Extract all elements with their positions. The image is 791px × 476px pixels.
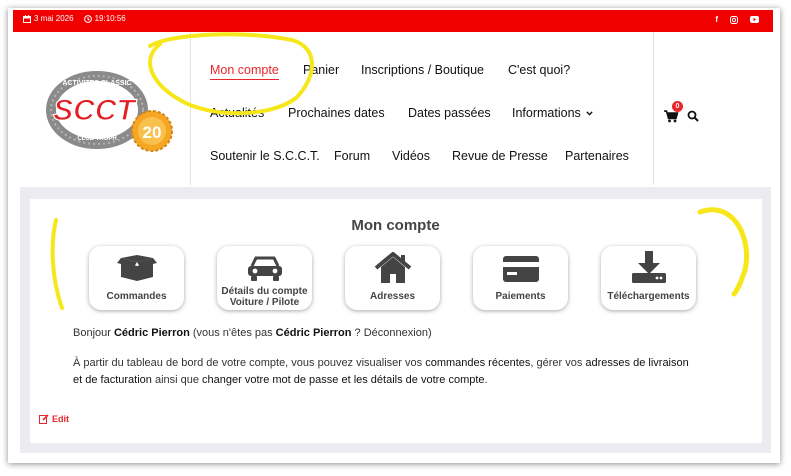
calendar-date: 3 mai 2026 xyxy=(23,14,74,23)
account-details-link[interactable]: changer votre mot de passe et les détail… xyxy=(202,374,485,386)
credit-card-icon xyxy=(502,256,539,282)
tile-details-label: Détails du compte xyxy=(221,286,308,297)
dashboard-text-end: . xyxy=(484,374,488,386)
tile-adresses-label: Adresses xyxy=(369,291,416,302)
nav-revue-de-presse[interactable]: Revue de Presse xyxy=(452,149,548,163)
nav-videos[interactable]: Vidéos xyxy=(392,149,430,163)
box-icon xyxy=(116,255,157,281)
download-icon xyxy=(631,251,666,283)
dashboard-text-1: À partir du tableau de bord de votre com… xyxy=(73,357,426,369)
header-divider-right xyxy=(653,32,654,185)
tile-details-label2: Voiture / Pilote xyxy=(229,297,300,308)
dashboard-text-2: , gérer vos xyxy=(530,357,586,369)
addresses-link[interactable]: adresses de livraison xyxy=(585,357,688,369)
recent-orders-link[interactable]: commandes récentes xyxy=(425,357,530,369)
billing-link[interactable]: et de facturation xyxy=(73,374,152,386)
tile-paiements[interactable]: Paiements xyxy=(473,246,568,310)
dashboard-text-3: ainsi que xyxy=(151,374,203,386)
logo-ring-bottom: CLUB TROPH xyxy=(77,136,116,142)
nav-prochaines-dates[interactable]: Prochaines dates xyxy=(288,106,385,120)
greeting-username-2: Cédric Pierron xyxy=(275,327,352,339)
edit-link[interactable]: Edit xyxy=(39,414,69,424)
tile-telechargements-label: Téléchargements xyxy=(607,291,690,302)
home-icon xyxy=(374,252,411,283)
logo-anniversary: 20 xyxy=(143,123,162,142)
greeting-end: ) xyxy=(427,327,432,339)
chevron-down-icon xyxy=(586,111,593,116)
facebook-icon[interactable]: f xyxy=(715,15,718,24)
logo-ring-top: ACTIVITES CLASSIC xyxy=(62,80,131,87)
youtube-icon[interactable] xyxy=(750,16,759,23)
page-title: Mon compte xyxy=(351,217,440,234)
greeting-hello: Bonjour xyxy=(73,327,114,339)
nav-panier[interactable]: Panier xyxy=(303,63,339,77)
nav-mon-compte[interactable]: Mon compte xyxy=(210,63,279,80)
logo-letters: SCCT xyxy=(53,94,137,127)
nav-inscriptions-boutique[interactable]: Inscriptions / Boutique xyxy=(361,63,484,77)
nav-dates-passees[interactable]: Dates passées xyxy=(408,106,491,120)
search-icon[interactable] xyxy=(687,110,699,122)
nav-informations[interactable]: Informations xyxy=(512,106,593,120)
logout-link[interactable]: Déconnexion xyxy=(364,327,428,339)
nav-soutenir[interactable]: Soutenir le S.C.C.T. xyxy=(210,149,320,163)
edit-icon xyxy=(39,414,49,424)
greeting-mid: (vous n'êtes pas xyxy=(189,327,276,339)
tile-paiements-label: Paiements xyxy=(495,291,546,302)
greeting-username: Cédric Pierron xyxy=(113,327,190,339)
instagram-icon[interactable] xyxy=(730,15,738,24)
header-divider-left xyxy=(190,32,191,185)
cart-count-badge: 0 xyxy=(672,101,683,112)
tile-telechargements[interactable]: Téléchargements xyxy=(601,246,696,310)
greeting-text: Bonjour Cédric Pierron (vous n'êtes pas … xyxy=(73,325,432,342)
tile-commandes[interactable]: Commandes xyxy=(89,246,184,310)
top-bar: 3 mai 2026 19:10:56 f xyxy=(13,10,773,32)
edit-label: Edit xyxy=(52,414,69,424)
nav-forum[interactable]: Forum xyxy=(334,149,370,163)
nav-cest-quoi[interactable]: C'est quoi? xyxy=(508,63,570,77)
nav-partenaires[interactable]: Partenaires xyxy=(565,149,629,163)
dashboard-text-line1: À partir du tableau de bord de votre com… xyxy=(73,355,689,372)
clock-time: 19:10:56 xyxy=(83,14,126,23)
calendar-icon xyxy=(23,14,31,23)
top-time: 19:10:56 xyxy=(94,14,126,23)
greeting-q: ? xyxy=(351,327,364,339)
nav-informations-label: Informations xyxy=(512,106,581,120)
clock-icon xyxy=(83,14,92,23)
scct-logo[interactable]: ACTIVITES CLASSIC CLUB TROPH SCCT 20 xyxy=(25,68,185,158)
top-date: 3 mai 2026 xyxy=(34,14,74,23)
account-card xyxy=(30,199,762,443)
dashboard-text-line2: et de facturation ainsi que changer votr… xyxy=(73,372,488,389)
tile-adresses[interactable]: Adresses xyxy=(345,246,440,310)
car-icon xyxy=(247,256,282,281)
nav-actualites[interactable]: Actualités xyxy=(210,106,264,120)
tile-details-compte[interactable]: Détails du compte Voiture / Pilote xyxy=(217,246,312,310)
tile-commandes-label: Commandes xyxy=(106,291,167,302)
